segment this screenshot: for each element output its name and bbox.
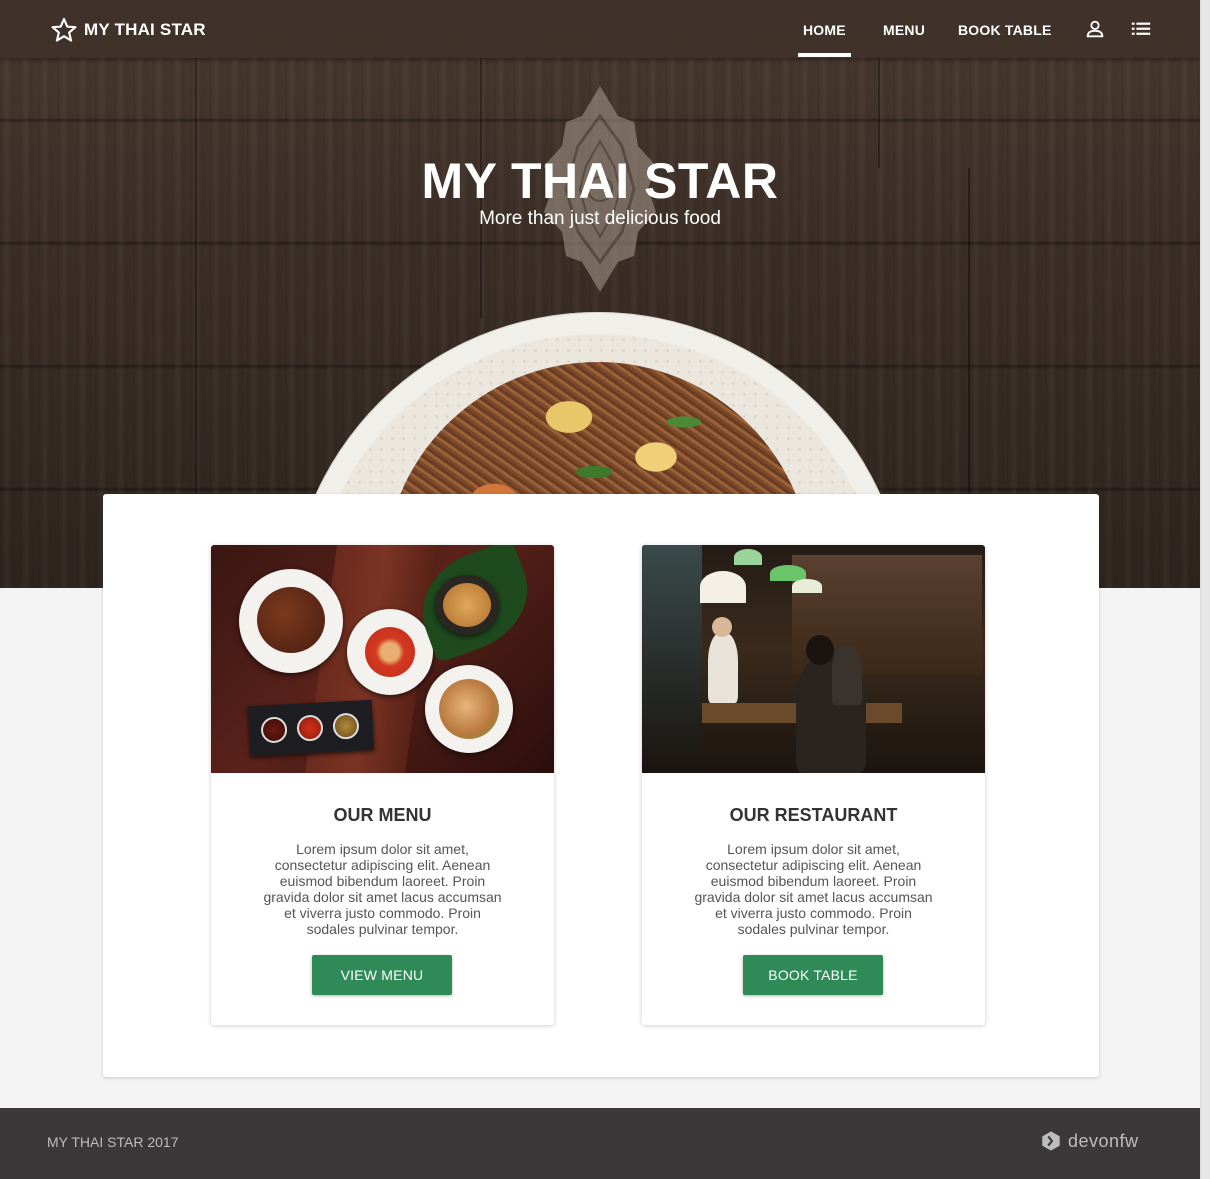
devonfw-text: devonfw bbox=[1068, 1130, 1139, 1151]
hero-title: MY THAI STAR bbox=[421, 153, 779, 209]
restaurant-interior-image bbox=[642, 545, 985, 773]
restaurant-feature-card: OUR RESTAURANT Lorem ipsum dolor sit ame… bbox=[642, 545, 985, 1025]
nav-home[interactable]: HOME bbox=[803, 22, 846, 38]
footer-copyright: MY THAI STAR 2017 bbox=[47, 1134, 179, 1150]
nav-active-indicator bbox=[798, 53, 851, 57]
menu-feature-text: Lorem ipsum dolor sit amet, consectetur … bbox=[263, 841, 502, 937]
brand-name: MY THAI STAR bbox=[84, 20, 206, 39]
hero-subtitle: More than just delicious food bbox=[479, 208, 721, 229]
devonfw-logo[interactable]: devonfw bbox=[1040, 1130, 1139, 1152]
nav-menu[interactable]: MENU bbox=[883, 22, 925, 38]
vertical-scrollbar[interactable] bbox=[1200, 0, 1210, 1179]
nav-book-table[interactable]: BOOK TABLE bbox=[958, 22, 1052, 38]
footer: MY THAI STAR 2017 devonfw bbox=[0, 1108, 1200, 1179]
brand-logo[interactable]: MY THAI STAR bbox=[50, 16, 206, 44]
view-menu-button[interactable]: VIEW MENU bbox=[312, 955, 452, 995]
book-table-button[interactable]: BOOK TABLE bbox=[743, 955, 883, 995]
menu-feature-card: OUR MENU Lorem ipsum dolor sit amet, con… bbox=[211, 545, 554, 1025]
features-card: OUR MENU Lorem ipsum dolor sit amet, con… bbox=[103, 494, 1099, 1077]
menu-dishes-image bbox=[211, 545, 554, 773]
list-icon[interactable] bbox=[1130, 18, 1152, 40]
user-icon[interactable] bbox=[1084, 18, 1106, 40]
star-outline-icon bbox=[51, 17, 77, 42]
restaurant-feature-text: Lorem ipsum dolor sit amet, consectetur … bbox=[694, 841, 933, 937]
navbar: MY THAI STAR HOME MENU BOOK TABLE bbox=[0, 0, 1200, 58]
noodle-bowl-image bbox=[288, 312, 908, 494]
restaurant-feature-title: OUR RESTAURANT bbox=[729, 805, 898, 825]
devonfw-icon bbox=[1042, 1131, 1060, 1151]
menu-feature-title: OUR MENU bbox=[333, 805, 432, 825]
page: MY THAI STAR More than just delicious fo… bbox=[0, 0, 1200, 1179]
